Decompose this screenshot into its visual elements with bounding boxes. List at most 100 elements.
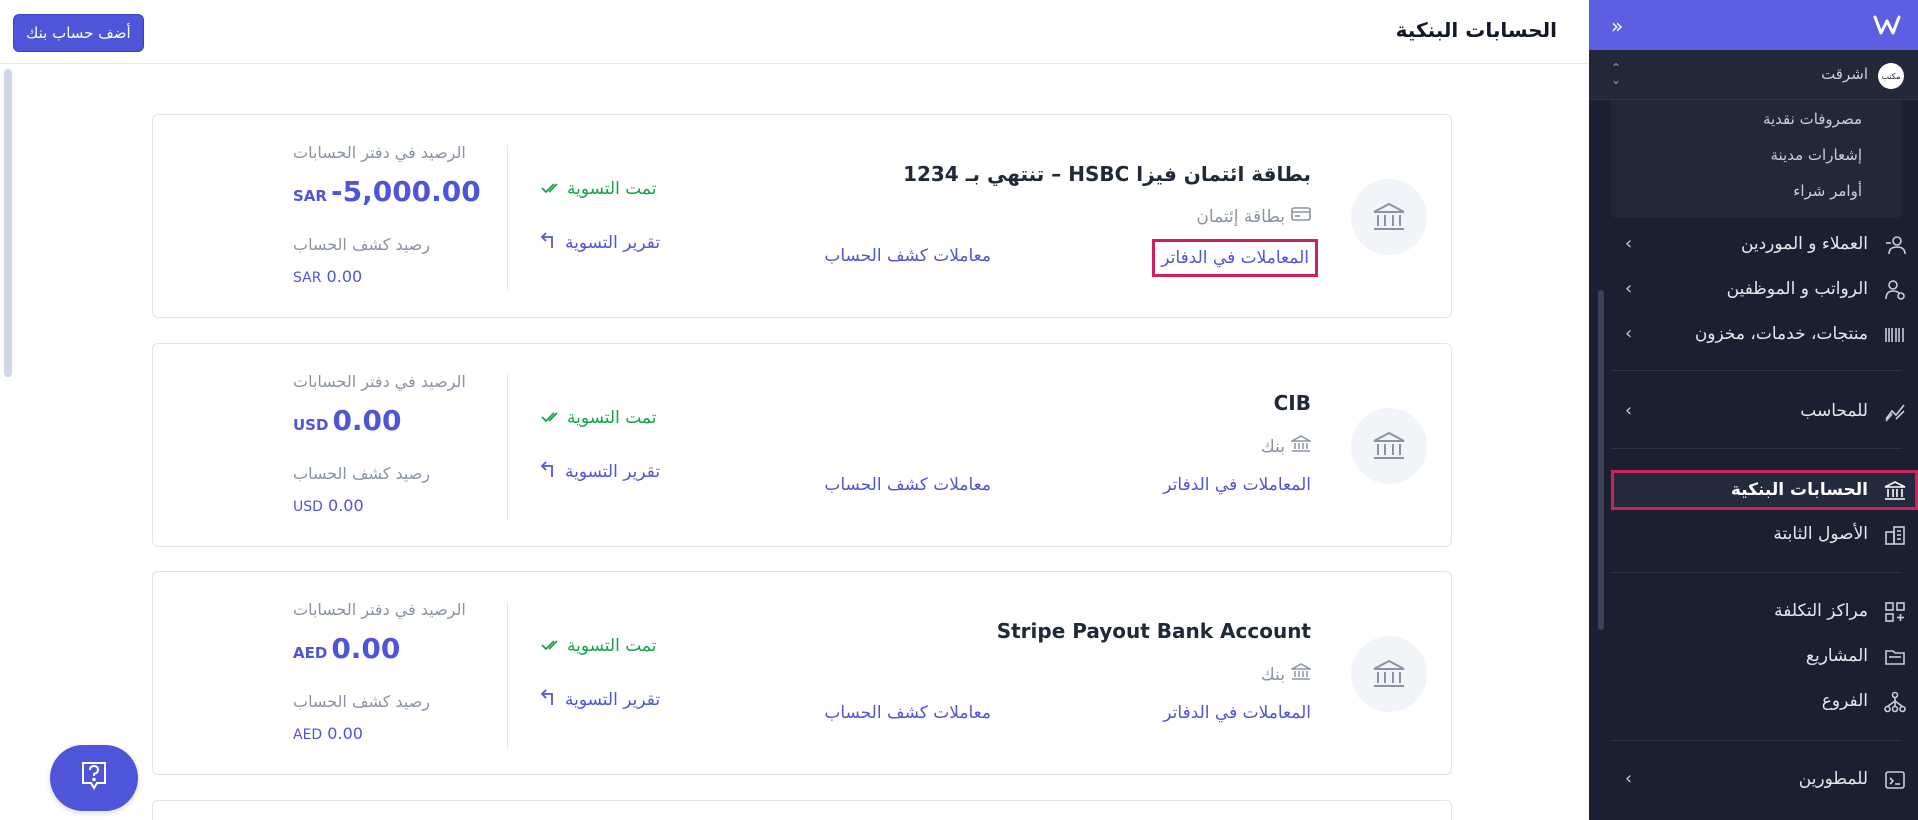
return-arrow-icon [540,231,557,254]
bank-small-icon [1289,663,1313,686]
account-type-label: بنك [1260,436,1285,457]
statement-balance: USD 0.00 [293,496,364,515]
submenu-item[interactable]: مصروفات نقدية [1763,110,1862,128]
sidebar-item-accountant[interactable]: للمحاسب ‹ [1589,391,1918,431]
double-check-icon [541,636,561,656]
statement-balance-label: رصيد كشف الحساب [293,235,431,254]
books-transactions-link[interactable]: المعاملات في الدفاتر [1152,239,1318,277]
sidebar-item-label: المشاريع [1805,646,1868,666]
barcode-icon [1884,324,1906,346]
sidebar-item-fixed-assets[interactable]: الأصول الثابتة [1589,514,1918,554]
books-transactions-link[interactable]: المعاملات في الدفاتر [1163,475,1311,495]
sidebar-item-label: الرواتب و الموظفين [1726,279,1868,299]
sidebar-item-products-inventory[interactable]: منتجات، خدمات، مخزون ‹ [1589,314,1918,354]
company-switcher[interactable]: مكتب اشرقت ⌃ ⌄ [1589,50,1918,100]
books-balance: AED 0.00 [293,632,400,665]
books-balance-label: الرصيد في دفتر الحسابات [293,372,466,391]
statement-balance-amount: 0.00 [328,496,364,515]
statement-balance: AED 0.00 [293,724,363,743]
books-balance-currency: USD [293,416,329,434]
statement-transactions-link[interactable]: معاملات كشف الحساب [824,246,991,266]
return-arrow-icon [540,688,557,711]
account-type-label: بنك [1260,664,1285,685]
sidebar-submenu: مصروفات نقدية إشعارات مدينة أوامر شراء [1611,100,1902,218]
account-type: بطاقة إئتمان [1196,206,1311,227]
chevron-left-icon: ‹ [1625,278,1633,299]
account-name: بطاقة ائتمان فيزا HSBC – تنتهي بـ 1234 [903,162,1311,186]
sidebar-separator [1611,370,1902,371]
sidebar-item-branches[interactable]: الفروع [1589,681,1918,721]
chart-icon [1884,401,1906,423]
sidebar-item-payroll-employees[interactable]: الرواتب و الموظفين ‹ [1589,269,1918,309]
company-name: اشرقت [1821,65,1868,83]
reconciliation-report-link[interactable]: تقرير التسوية [540,460,661,483]
sidebar-separator [1611,740,1902,741]
statement-transactions-link[interactable]: معاملات كشف الحساب [824,475,991,495]
help-question-icon [80,760,108,796]
employees-icon [1884,279,1906,301]
account-type: بنك [1260,663,1313,686]
books-balance-currency: SAR [293,187,327,205]
books-balance: USD 0.00 [293,404,402,437]
chevron-left-icon: ‹ [1625,323,1633,344]
sidebar-item-cost-centers[interactable]: مراكز التكلفة [1589,591,1918,631]
chevron-left-icon: ‹ [1625,768,1633,789]
bank-icon [1351,408,1427,484]
sidebar-item-developers[interactable]: للمطورين ‹ [1589,759,1918,799]
top-bar: الحسابات البنكية أضف حساب بنك [0,0,1589,64]
bank-icon [1351,179,1427,255]
statement-balance-amount: 0.00 [327,724,363,743]
books-balance-amount: 0.00 [332,404,402,437]
bank-account-card: CIB بنك المعاملات في الدفاتر معاملات كشف… [152,343,1452,547]
branches-icon [1884,691,1906,713]
account-name: Stripe Payout Bank Account [996,619,1311,643]
submenu-item[interactable]: إشعارات مدينة [1771,146,1863,164]
main-scrollbar-thumb[interactable] [4,69,12,377]
help-button[interactable] [50,745,138,811]
return-arrow-icon [540,460,557,483]
account-type: بنك [1260,435,1313,458]
books-balance: SAR -5,000.00 [293,175,481,208]
books-transactions-link[interactable]: المعاملات في الدفاتر [1163,703,1311,723]
reconciliation-report-link[interactable]: تقرير التسوية [540,231,660,254]
terminal-icon [1884,769,1906,791]
sidebar-separator [1611,448,1902,449]
folder-icon [1884,646,1906,668]
books-balance-currency: AED [293,644,328,662]
grid-plus-icon [1884,601,1906,623]
reconciled-status: تمت التسوية [541,408,656,428]
sidebar-item-label: للمطورين [1798,769,1868,789]
divider [507,145,508,291]
recon-report-label: تقرير التسوية [565,461,661,482]
books-balance-amount: -5,000.00 [330,175,481,208]
double-check-icon [541,179,561,199]
sidebar-item-projects[interactable]: المشاريع [1589,636,1918,676]
double-check-icon [541,408,561,428]
bank-small-icon [1289,435,1313,458]
bank-icon [1884,480,1906,502]
company-avatar: مكتب [1878,63,1904,89]
submenu-item[interactable]: أوامر شراء [1793,182,1862,200]
account-type-label: بطاقة إئتمان [1196,206,1285,227]
sidebar-item-bank-accounts[interactable]: الحسابات البنكية [1611,470,1918,510]
reconciled-label: تمت التسوية [567,636,657,656]
sidebar-item-label: مراكز التكلفة [1774,601,1868,621]
books-balance-label: الرصيد في دفتر الحسابات [293,143,466,162]
reconciliation-report-link[interactable]: تقرير التسوية [540,688,661,711]
building-icon [1884,524,1906,546]
add-bank-account-button[interactable]: أضف حساب بنك [13,14,144,52]
sidebar-item-label: الفروع [1821,691,1868,711]
sidebar-item-label: للمحاسب [1800,401,1868,421]
statement-balance-label: رصيد كشف الحساب [293,692,431,711]
sidebar-separator [1611,572,1902,573]
statement-transactions-link[interactable]: معاملات كشف الحساب [824,703,991,723]
sidebar-item-customers-suppliers[interactable]: العملاء و الموردين ‹ [1589,224,1918,264]
statement-balance: SAR 0.00 [293,267,362,286]
collapse-sidebar-icon[interactable]: » [1611,14,1623,38]
page-title: الحسابات البنكية [1395,18,1557,42]
users-icon [1884,234,1906,256]
credit-card-icon [1291,206,1311,227]
recon-report-label: تقرير التسوية [565,689,661,710]
bank-account-card-partial [152,800,1452,820]
sidebar-item-label: منتجات، خدمات، مخزون [1694,324,1868,344]
